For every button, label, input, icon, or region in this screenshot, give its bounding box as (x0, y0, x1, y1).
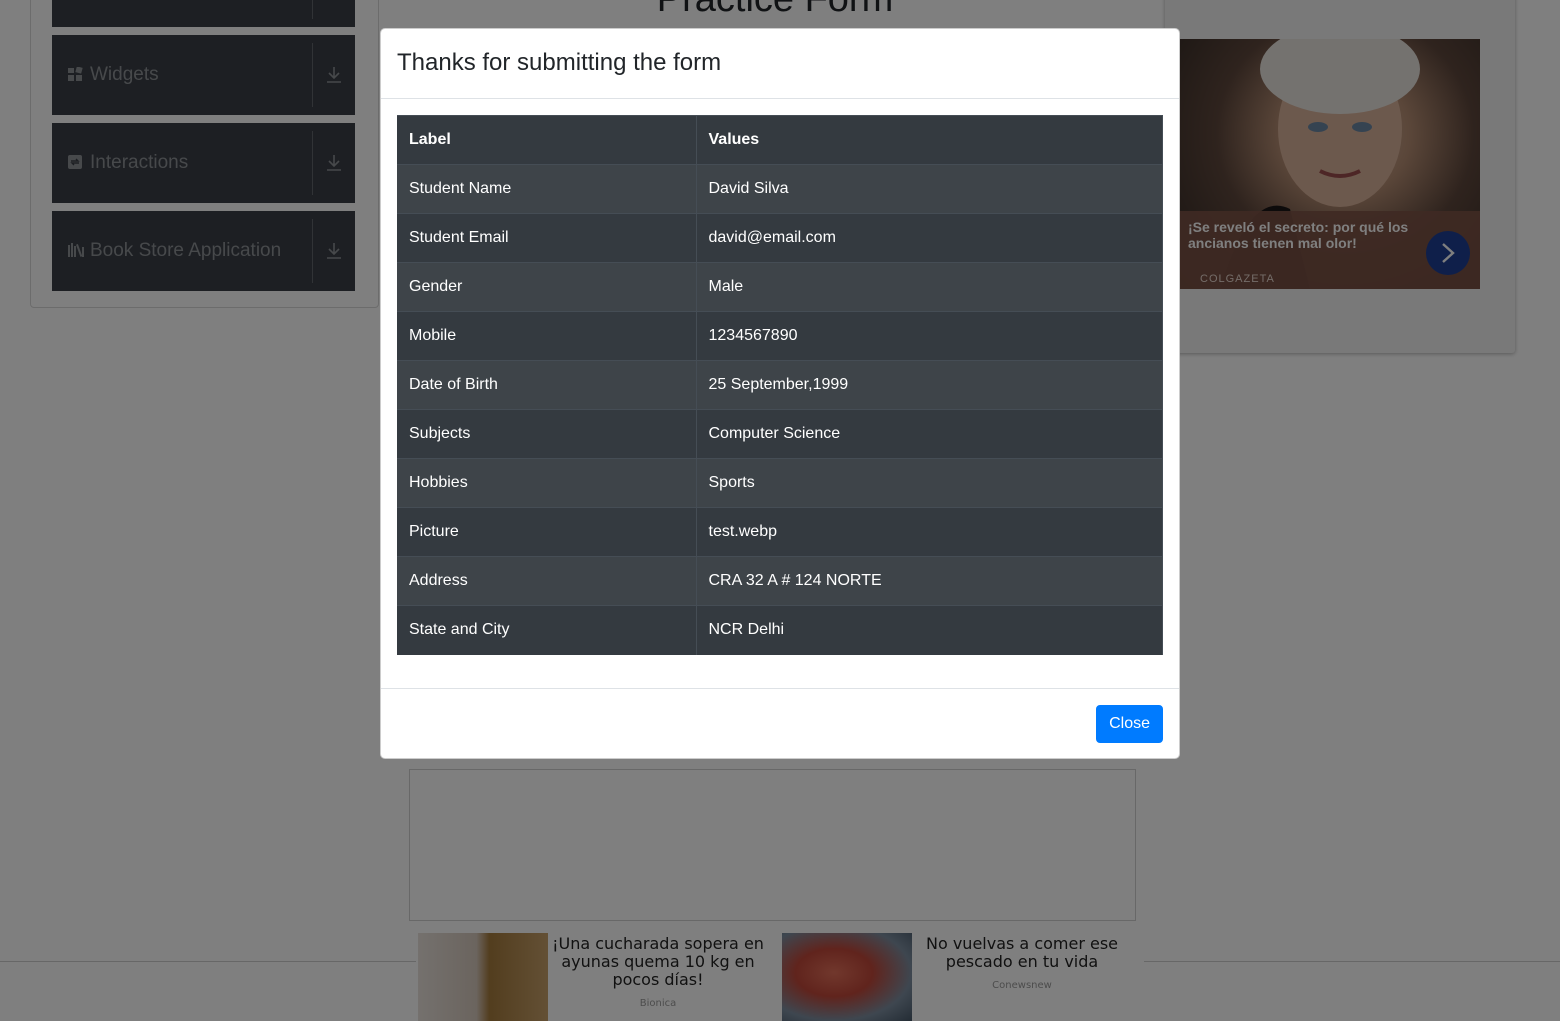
row-label: Address (397, 556, 697, 606)
table-row: Date of Birth 25 September,1999 (397, 360, 1163, 410)
row-label: Date of Birth (397, 360, 697, 410)
row-value: Sports (696, 458, 1163, 508)
table-row: Student Name David Silva (397, 164, 1163, 214)
table-row: Address CRA 32 A # 124 NORTE (397, 556, 1163, 606)
row-value: Male (696, 262, 1163, 312)
row-value: NCR Delhi (696, 605, 1163, 655)
table-row: Student Email david@email.com (397, 213, 1163, 263)
table-row: Picture test.webp (397, 507, 1163, 557)
row-label: State and City (397, 605, 697, 655)
table-header-row: Label Values (397, 115, 1163, 165)
table-row: Mobile 1234567890 (397, 311, 1163, 361)
row-label: Picture (397, 507, 697, 557)
submission-modal: Thanks for submitting the form Label Val… (380, 28, 1180, 759)
row-label: Student Name (397, 164, 697, 214)
table-row: State and City NCR Delhi (397, 605, 1163, 655)
modal-title: Thanks for submitting the form (397, 49, 722, 76)
row-value: 1234567890 (696, 311, 1163, 361)
row-value: test.webp (696, 507, 1163, 557)
close-button[interactable]: Close (1096, 705, 1163, 743)
modal-footer: Close (381, 688, 1179, 758)
column-header-label: Label (397, 115, 697, 165)
row-label: Hobbies (397, 458, 697, 508)
table-row: Hobbies Sports (397, 458, 1163, 508)
row-label: Gender (397, 262, 697, 312)
modal-body: Label Values Student Name David Silva Stu… (381, 99, 1179, 688)
row-value: david@email.com (696, 213, 1163, 263)
table-row: Gender Male (397, 262, 1163, 312)
row-value: CRA 32 A # 124 NORTE (696, 556, 1163, 606)
modal-header: Thanks for submitting the form (381, 29, 1179, 99)
column-header-values: Values (696, 115, 1163, 165)
row-label: Student Email (397, 213, 697, 263)
row-label: Subjects (397, 409, 697, 459)
row-label: Mobile (397, 311, 697, 361)
table-row: Subjects Computer Science (397, 409, 1163, 459)
row-value: David Silva (696, 164, 1163, 214)
results-table: Label Values Student Name David Silva Stu… (397, 115, 1163, 655)
row-value: Computer Science (696, 409, 1163, 459)
row-value: 25 September,1999 (696, 360, 1163, 410)
